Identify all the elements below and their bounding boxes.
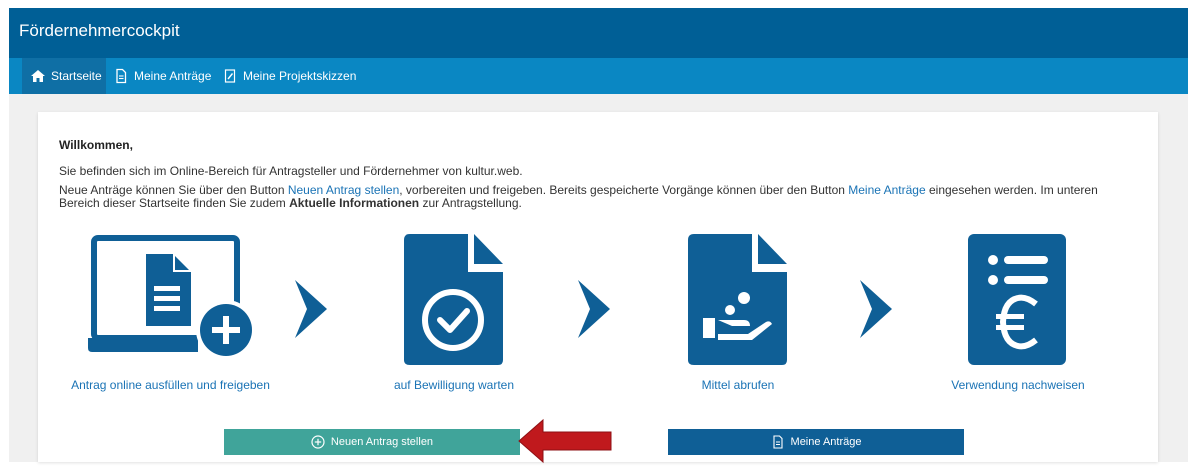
new-application-button[interactable]: Neuen Antrag stellen bbox=[224, 429, 520, 455]
para-text: zur Antragstellung. bbox=[419, 196, 522, 210]
step-label: Verwendung nachweisen bbox=[951, 378, 1085, 392]
nav-item-label: Startseite bbox=[51, 69, 102, 83]
chevron-right-icon bbox=[576, 280, 612, 343]
home-icon bbox=[30, 68, 46, 84]
my-applications-button[interactable]: Meine Anträge bbox=[668, 429, 964, 455]
main-nav: Startseite Meine Anträge Meine Projektsk… bbox=[9, 58, 1188, 94]
step-label: Mittel abrufen bbox=[701, 378, 775, 392]
nav-item-label: Meine Anträge bbox=[134, 69, 212, 83]
nav-item-startseite[interactable]: Startseite bbox=[22, 58, 106, 94]
chevron-right-icon bbox=[293, 280, 329, 343]
annotation-arrow-icon bbox=[517, 418, 613, 469]
nav-item-meine-antraege[interactable]: Meine Anträge bbox=[113, 58, 211, 94]
welcome-heading: Willkommen, bbox=[59, 138, 133, 152]
nav-item-label: Meine Projektskizzen bbox=[243, 69, 357, 83]
app-header: Fördernehmercockpit bbox=[9, 8, 1188, 58]
step-label: Antrag online ausfüllen und freigeben bbox=[71, 378, 270, 392]
chevron-right-icon bbox=[858, 280, 894, 343]
info-paragraph: Neue Anträge können Sie über den Button … bbox=[59, 184, 1139, 210]
document-check-icon bbox=[404, 234, 504, 371]
nav-item-meine-projektskizzen[interactable]: Meine Projektskizzen bbox=[222, 58, 356, 94]
edit-document-icon bbox=[222, 68, 238, 84]
para-text: Neue Anträge können Sie über den Button bbox=[59, 183, 288, 197]
document-icon bbox=[113, 68, 129, 84]
step-label: auf Bewilligung warten bbox=[393, 378, 515, 392]
document-icon bbox=[771, 435, 785, 449]
plus-circle-icon bbox=[311, 435, 325, 449]
button-label: Neuen Antrag stellen bbox=[330, 436, 434, 448]
link-meine-antraege[interactable]: Meine Anträge bbox=[848, 183, 925, 197]
laptop-add-document-icon bbox=[88, 234, 258, 364]
list-euro-icon bbox=[968, 234, 1068, 371]
para-bold: Aktuelle Informationen bbox=[289, 196, 420, 210]
button-label: Meine Anträge bbox=[790, 436, 862, 448]
para-text: , vorbereiten und freigeben. Bereits ges… bbox=[399, 183, 849, 197]
welcome-card: Willkommen, Sie befinden sich im Online-… bbox=[38, 112, 1158, 464]
intro-text: Sie befinden sich im Online-Bereich für … bbox=[59, 164, 523, 178]
link-neuen-antrag[interactable]: Neuen Antrag stellen bbox=[288, 183, 399, 197]
app-title: Fördernehmercockpit bbox=[19, 21, 180, 40]
document-hand-money-icon bbox=[688, 234, 788, 371]
